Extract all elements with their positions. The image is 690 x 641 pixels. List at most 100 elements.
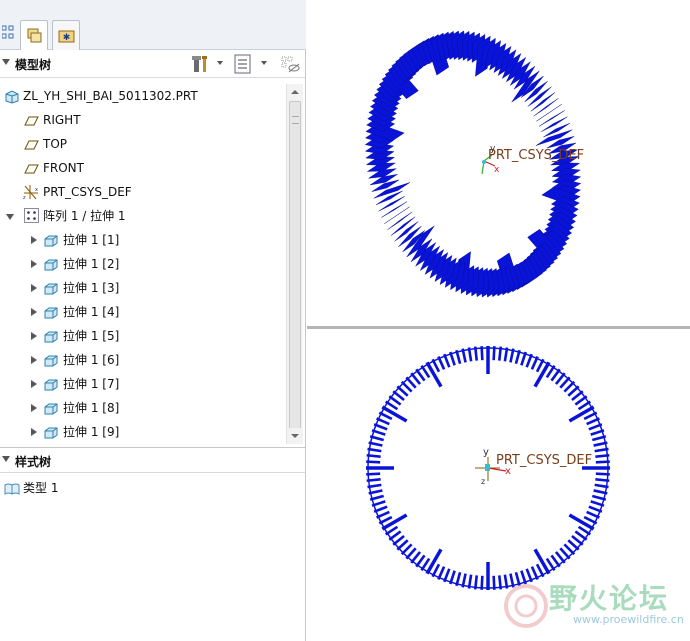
dial-ring-3d [364,30,582,298]
navigator-grid-icon[interactable] [1,24,16,42]
extrude-icon [43,257,59,271]
minute-tick [378,196,405,212]
hour-tick [533,361,551,388]
extrude-icon [43,425,59,439]
extrude-icon [43,305,59,319]
extrude-icon [43,329,59,343]
hour-tick [381,405,408,423]
graphics-viewport[interactable]: y x PRT_CSYS_DEF y x z PRT_CSYS_DEF 野火论坛… [307,0,690,641]
tab-favorites[interactable]: ✱ [52,20,80,50]
tree-member-label: 拉伸 1 [4] [63,305,120,319]
datum-plane-icon [24,113,40,127]
minute-tick [541,116,568,132]
scroll-up-button[interactable] [287,84,303,100]
csys-label: PRT_CSYS_DEF [488,148,584,163]
extrude-icon [43,401,59,415]
expand-arrow-icon[interactable] [31,428,37,436]
tree-member-label: 拉伸 1 [5] [63,329,120,343]
expand-arrow-icon[interactable] [31,404,37,412]
scroll-thumb[interactable] [289,101,301,431]
chevron-up-icon [291,90,299,94]
watermark-flame-icon [504,584,548,628]
show-hide-icon[interactable] [280,54,300,77]
expand-arrow-icon[interactable] [31,332,37,340]
part-icon [4,89,20,104]
settings-list-icon[interactable] [234,54,252,77]
model-tree-header[interactable]: 模型树 [0,50,305,78]
expand-arrow-icon[interactable] [31,380,37,388]
svg-text:x: x [35,187,38,193]
model-tree-title: 模型树 [15,58,52,72]
style-tree-title: 样式树 [15,455,52,469]
style-tree-header[interactable]: 样式树 [0,447,305,473]
datum-plane-icon [24,161,40,175]
layers-icon [26,27,44,48]
minute-tick [538,110,565,127]
expand-arrow-icon[interactable] [31,284,37,292]
tab-model-tree[interactable] [20,20,48,51]
hour-tick [533,548,551,575]
isometric-view[interactable]: y x PRT_CSYS_DEF [307,0,690,326]
svg-text:z: z [23,195,26,201]
tree-member-label: 拉伸 1 [3] [63,281,120,295]
model-tree-list: ZL_YH_SHI_BAI_5011302.PRT RIGHT TOP FRON… [0,84,286,444]
tree-datum-label: TOP [43,137,68,151]
style-item-label: 类型 1 [23,481,59,495]
chevron-down-icon[interactable] [261,61,267,65]
svg-text:✱: ✱ [63,33,71,43]
navigator-panel: ✱ 模型树 ZL_YH_SHI_BAI_5011302.PRT RIGHT TO… [0,0,306,641]
expand-arrow-icon[interactable] [6,214,14,220]
viewport-splitter[interactable] [307,326,690,329]
expand-arrow-icon[interactable] [31,236,37,244]
minute-tick [387,211,413,230]
tree-member-label: 拉伸 1 [2] [63,257,120,271]
collapse-arrow-icon[interactable] [2,59,10,65]
grip-icon [292,116,299,124]
style-book-icon [4,481,20,495]
hour-tick [381,513,408,531]
minute-tick [536,104,562,122]
chevron-down-icon[interactable] [217,61,223,65]
extrude-icon [43,353,59,367]
hour-tick [568,405,595,423]
expand-arrow-icon[interactable] [31,260,37,268]
tree-datum-label: FRONT [43,161,84,175]
svg-text:x: x [494,165,500,175]
csys-icon: z x [22,183,40,201]
tree-csys-label: PRT_CSYS_DEF [43,185,132,199]
csys-label: PRT_CSYS_DEF [496,453,592,468]
svg-text:z: z [481,477,485,486]
tree-pattern-label: 阵列 1 / 拉伸 1 [43,209,126,223]
tools-icon[interactable] [191,54,211,77]
pattern-icon [24,208,40,223]
navigator-tab-bar: ✱ [0,0,306,51]
extrude-icon [43,281,59,295]
hour-tick [425,548,443,575]
watermark-title: 野火论坛 [549,582,670,615]
extrude-icon [43,377,59,391]
scroll-down-button[interactable] [287,428,303,444]
chevron-down-icon [291,434,299,438]
expand-arrow-icon[interactable] [31,308,37,316]
hour-tick [568,513,595,531]
collapse-arrow-icon[interactable] [2,456,10,462]
tree-member-label: 拉伸 1 [1] [63,233,120,247]
watermark: 野火论坛 www.proewildfire.cn [504,577,689,637]
minute-tick [533,98,559,117]
minute-tick [381,201,408,218]
extrude-icon [43,233,59,247]
tree-root-label: ZL_YH_SHI_BAI_5011302.PRT [23,89,198,103]
tree-member-label: 拉伸 1 [6] [63,353,120,367]
tree-datum-label: RIGHT [43,113,81,127]
tree-member-label: 拉伸 1 [8] [63,401,120,415]
expand-arrow-icon[interactable] [31,356,37,364]
datum-plane-icon [24,137,40,151]
minute-tick [384,206,410,224]
watermark-url: www.proewildfire.cn [573,613,684,626]
tree-scrollbar[interactable] [286,84,303,444]
svg-text:y: y [483,447,489,458]
hour-tick [425,361,443,388]
tree-member-label: 拉伸 1 [9] [63,425,120,439]
folder-star-icon: ✱ [58,27,76,48]
tree-member-label: 拉伸 1 [7] [63,377,120,391]
